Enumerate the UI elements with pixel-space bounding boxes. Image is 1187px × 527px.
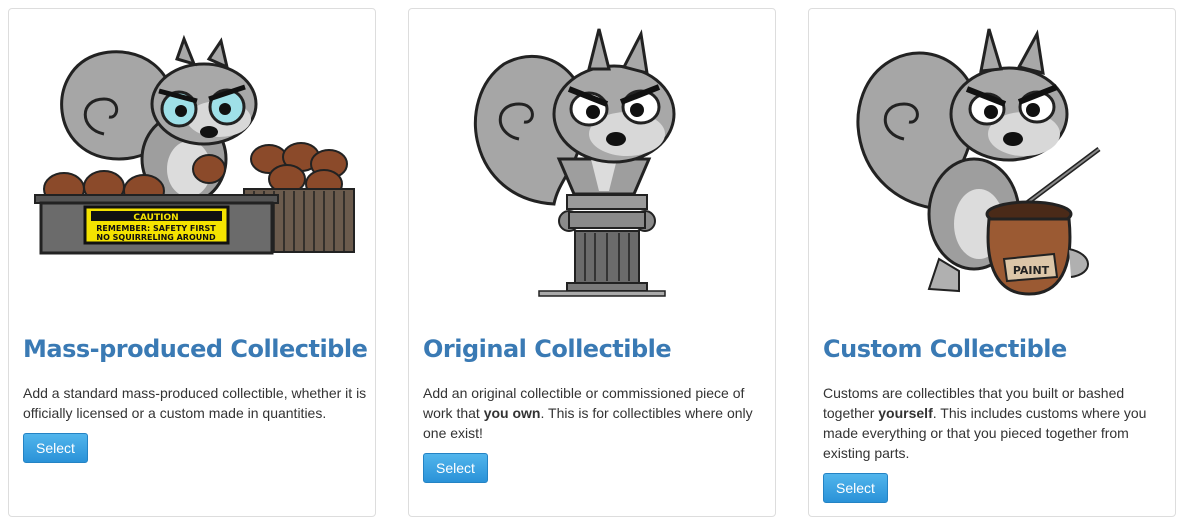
collectible-card-custom: PAINT Custom Collectible Customs are col… — [808, 8, 1176, 517]
emphasis-text: you own — [483, 405, 541, 421]
caution-sign: CAUTION REMEMBER: SAFETY FIRST NO SQUIRR… — [83, 205, 230, 245]
squirrel-with-acorns-icon: CAUTION REMEMBER: SAFETY FIRST NO SQUIRR… — [34, 34, 355, 255]
card-title: Original Collectible — [423, 335, 672, 363]
card-title: Custom Collectible — [823, 335, 1067, 363]
card-description: Customs are collectibles that you built … — [823, 385, 1147, 461]
sign-line-1: CAUTION — [133, 213, 178, 223]
collectible-card-mass-produced: CAUTION REMEMBER: SAFETY FIRST NO SQUIRR… — [8, 8, 376, 517]
sign-line-3: NO SQUIRRELING AROUND — [96, 233, 216, 242]
emphasis-text: yourself — [878, 405, 933, 421]
sign-line-2: REMEMBER: SAFETY FIRST — [96, 224, 216, 233]
squirrel-bust-on-pedestal-icon — [473, 28, 676, 297]
pot-label: PAINT — [1013, 264, 1050, 277]
select-button[interactable]: Select — [23, 433, 88, 463]
card-description: Add a standard mass-produced collectible… — [23, 385, 367, 421]
select-button[interactable]: Select — [823, 473, 888, 503]
collectible-card-original: Original Collectible Add an original col… — [408, 8, 776, 517]
squirrel-with-paint-pot-icon: PAINT — [856, 28, 1101, 296]
card-description: Add an original collectible or commissio… — [423, 385, 753, 441]
select-button[interactable]: Select — [423, 453, 488, 483]
card-title: Mass-produced Collectible — [23, 335, 368, 363]
